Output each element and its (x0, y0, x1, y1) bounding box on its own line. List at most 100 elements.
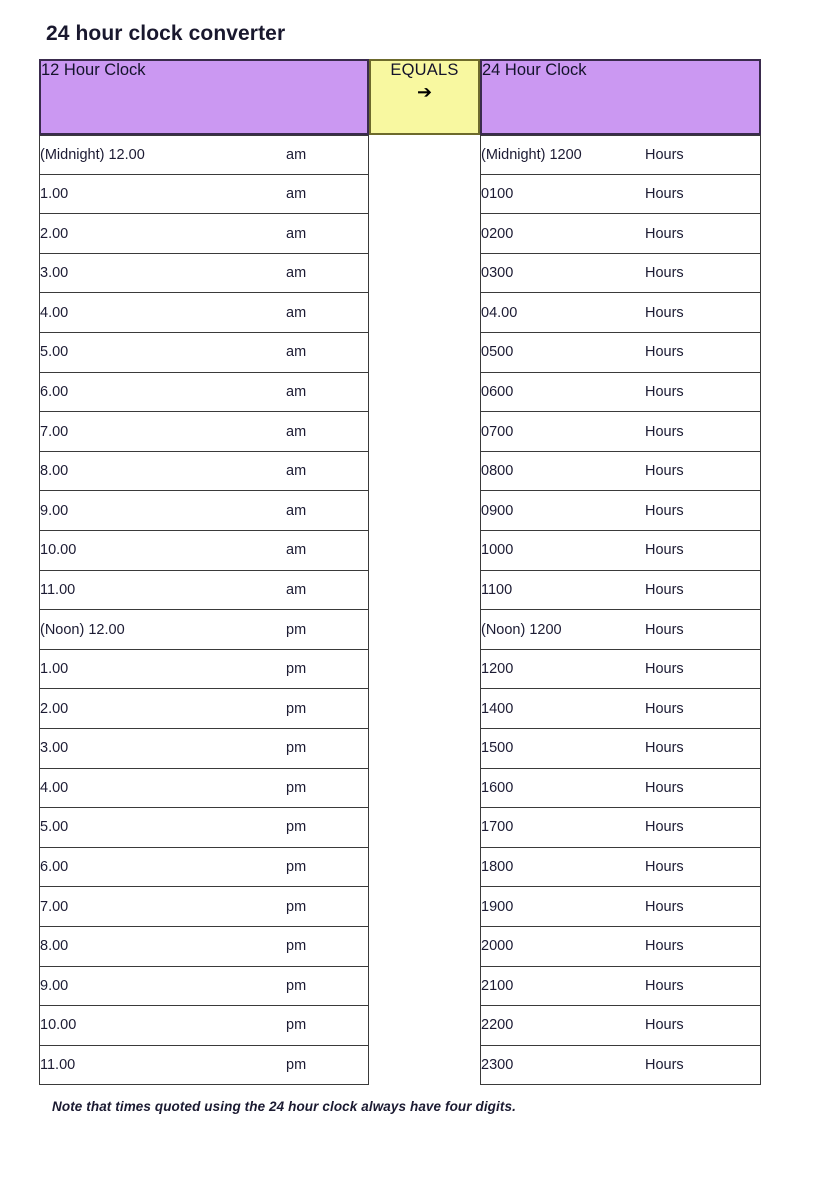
cell-24-hour-time: 0500 (480, 333, 645, 373)
cell-24-hour-time: 1100 (480, 570, 645, 611)
table-row: 9.00 am 0900 Hours (39, 491, 761, 532)
table-row: 5.00 am 0500 Hours (39, 333, 761, 373)
cell-24-hour-unit: Hours (645, 610, 761, 650)
cell-equals-spacer (369, 1045, 480, 1086)
cell-24-hour-unit: Hours (645, 491, 761, 532)
cell-equals-spacer (369, 610, 480, 650)
cell-12-hour-time: 7.00 (39, 412, 286, 452)
column-header-24-hour-clock: 24 Hour Clock (480, 59, 645, 136)
cell-24-hour-unit: Hours (645, 1006, 761, 1046)
cell-24-hour-time: 2100 (480, 966, 645, 1007)
footnote: Note that times quoted using the 24 hour… (52, 1099, 516, 1115)
cell-24-hour-time: 0100 (480, 174, 645, 215)
column-header-12-hour-clock: 12 Hour Clock (39, 59, 286, 136)
cell-12-hour-time: 3.00 (39, 253, 286, 294)
cell-equals-spacer (369, 847, 480, 888)
cell-12-hour-meridiem: pm (286, 649, 369, 690)
table-row: 4.00 pm 1600 Hours (39, 768, 761, 809)
cell-12-hour-time: 10.00 (39, 531, 286, 571)
cell-24-hour-unit: Hours (645, 570, 761, 611)
column-header-24-hour-unit (645, 59, 761, 136)
cell-24-hour-unit: Hours (645, 887, 761, 927)
cell-12-hour-time: 4.00 (39, 768, 286, 809)
cell-24-hour-unit: Hours (645, 1045, 761, 1086)
cell-24-hour-time: 04.00 (480, 293, 645, 334)
cell-24-hour-unit: Hours (645, 174, 761, 215)
cell-12-hour-time: 8.00 (39, 451, 286, 492)
cell-12-hour-meridiem: pm (286, 966, 369, 1007)
table-row: 8.00 am 0800 Hours (39, 451, 761, 492)
cell-24-hour-time: 1800 (480, 847, 645, 888)
cell-equals-spacer (369, 531, 480, 571)
table-row: 11.00 am 1100 Hours (39, 570, 761, 611)
cell-equals-spacer (369, 689, 480, 729)
table-row: 7.00 am 0700 Hours (39, 412, 761, 452)
cell-24-hour-time: (Noon) 1200 (480, 610, 645, 650)
cell-24-hour-time: 1600 (480, 768, 645, 809)
table-row: 3.00 pm 1500 Hours (39, 729, 761, 769)
cell-equals-spacer (369, 333, 480, 373)
table-row: 5.00 pm 1700 Hours (39, 808, 761, 848)
cell-12-hour-time: 11.00 (39, 570, 286, 611)
cell-24-hour-unit: Hours (645, 926, 761, 967)
cell-12-hour-time: (Midnight) 12.00 (39, 135, 286, 175)
cell-24-hour-time: 1700 (480, 808, 645, 848)
cell-24-hour-unit: Hours (645, 847, 761, 888)
cell-12-hour-time: 6.00 (39, 847, 286, 888)
table-row: 4.00 am 04.00 Hours (39, 293, 761, 334)
cell-12-hour-time: 4.00 (39, 293, 286, 334)
cell-12-hour-time: 9.00 (39, 966, 286, 1007)
table-row: 8.00 pm 2000 Hours (39, 926, 761, 967)
header-row: 12 Hour Clock EQUALS ➔ 24 Hour Clock (39, 59, 761, 136)
cell-12-hour-meridiem: am (286, 135, 369, 175)
cell-24-hour-unit: Hours (645, 689, 761, 729)
table-row: 6.00 pm 1800 Hours (39, 847, 761, 888)
cell-12-hour-time: 2.00 (39, 214, 286, 254)
table-row: 10.00 am 1000 Hours (39, 531, 761, 571)
cell-24-hour-time: 0800 (480, 451, 645, 492)
table-row: 1.00 am 0100 Hours (39, 174, 761, 215)
cell-12-hour-time: 3.00 (39, 729, 286, 769)
cell-equals-spacer (369, 768, 480, 809)
cell-12-hour-meridiem: am (286, 412, 369, 452)
cell-equals-spacer (369, 491, 480, 532)
cell-24-hour-unit: Hours (645, 729, 761, 769)
cell-12-hour-meridiem: am (286, 253, 369, 294)
cell-equals-spacer (369, 293, 480, 334)
cell-24-hour-unit: Hours (645, 333, 761, 373)
cell-12-hour-time: 5.00 (39, 808, 286, 848)
cell-24-hour-time: 2200 (480, 1006, 645, 1046)
cell-12-hour-meridiem: pm (286, 1006, 369, 1046)
cell-24-hour-time: 0200 (480, 214, 645, 254)
cell-12-hour-time: (Noon) 12.00 (39, 610, 286, 650)
cell-24-hour-time: 2000 (480, 926, 645, 967)
cell-24-hour-unit: Hours (645, 135, 761, 175)
cell-12-hour-meridiem: am (286, 214, 369, 254)
table-row: 11.00 pm 2300 Hours (39, 1045, 761, 1086)
cell-24-hour-time: 1900 (480, 887, 645, 927)
cell-equals-spacer (369, 729, 480, 769)
cell-24-hour-unit: Hours (645, 372, 761, 413)
cell-24-hour-unit: Hours (645, 412, 761, 452)
table-row: 7.00 pm 1900 Hours (39, 887, 761, 927)
table-row: (Noon) 12.00 pm (Noon) 1200 Hours (39, 610, 761, 650)
cell-12-hour-meridiem: pm (286, 808, 369, 848)
table-row: (Midnight) 12.00 am (Midnight) 1200 Hours (39, 135, 761, 175)
cell-equals-spacer (369, 926, 480, 967)
cell-12-hour-meridiem: am (286, 491, 369, 532)
cell-equals-spacer (369, 808, 480, 848)
cell-12-hour-time: 6.00 (39, 372, 286, 413)
cell-equals-spacer (369, 649, 480, 690)
cell-equals-spacer (369, 135, 480, 175)
cell-12-hour-meridiem: pm (286, 610, 369, 650)
cell-12-hour-meridiem: pm (286, 847, 369, 888)
cell-12-hour-meridiem: pm (286, 768, 369, 809)
cell-12-hour-meridiem: am (286, 531, 369, 571)
table-row: 2.00 am 0200 Hours (39, 214, 761, 254)
cell-12-hour-meridiem: pm (286, 689, 369, 729)
table-header: 12 Hour Clock EQUALS ➔ 24 Hour Clock (39, 59, 761, 136)
document-page: 24 hour clock converter 12 Hour Clock EQ… (0, 0, 830, 1177)
table-row: 10.00 pm 2200 Hours (39, 1006, 761, 1046)
cell-24-hour-time: 0700 (480, 412, 645, 452)
cell-12-hour-meridiem: am (286, 570, 369, 611)
